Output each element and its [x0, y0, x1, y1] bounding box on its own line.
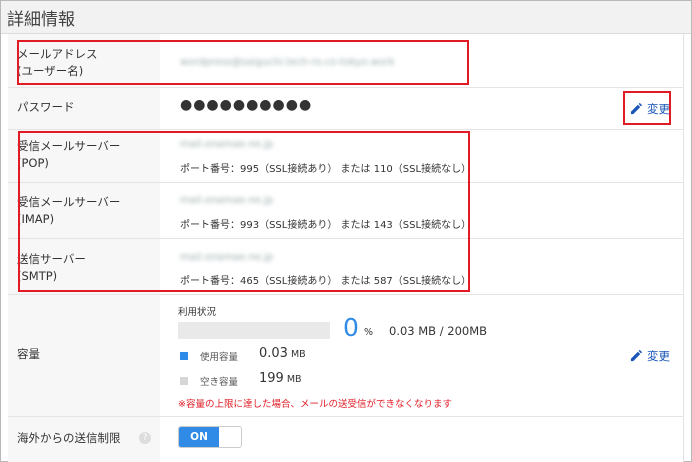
free-value-number: 199: [259, 371, 284, 386]
highlight-servers: [18, 131, 470, 292]
usage-percent-unit: %: [364, 327, 374, 338]
toggle-on-label: ON: [179, 427, 219, 447]
usage-total: 0.03 MB / 200MB: [389, 324, 488, 338]
capacity-label: 容量: [17, 347, 40, 361]
free-value: 199 MB: [259, 371, 302, 386]
capacity-edit-label: 変更: [647, 349, 670, 363]
help-icon[interactable]: ?: [139, 432, 151, 444]
section-header: 詳細情報: [1, 1, 691, 34]
capacity-warning: ※容量の上限に達した場合、メールの送受信ができなくなります: [178, 399, 452, 410]
used-value-number: 0.03: [259, 346, 288, 361]
used-legend-square: [180, 352, 188, 360]
free-legend-square: [180, 377, 188, 385]
overseas-restriction-toggle[interactable]: ON: [178, 426, 242, 448]
pencil-icon: [630, 349, 643, 362]
used-value-unit: MB: [290, 349, 306, 360]
password-masked: ●●●●●●●●●●: [180, 97, 313, 113]
password-row: [8, 88, 684, 130]
page-title: 詳細情報: [7, 10, 75, 30]
free-label: 空き容量: [200, 377, 239, 388]
usage-title: 利用状況: [178, 307, 217, 318]
usage-percent: 0: [343, 313, 359, 342]
free-value-unit: MB: [286, 374, 302, 385]
usage-bar: [178, 322, 330, 339]
highlight-email: [17, 40, 469, 85]
used-value: 0.03 MB: [259, 346, 306, 361]
highlight-password-edit: [623, 91, 671, 125]
used-label: 使用容量: [200, 352, 239, 363]
capacity-edit-link[interactable]: 変更: [630, 348, 670, 364]
overseas-label: 海外からの送信制限: [17, 431, 121, 445]
password-label: パスワード: [17, 100, 75, 114]
